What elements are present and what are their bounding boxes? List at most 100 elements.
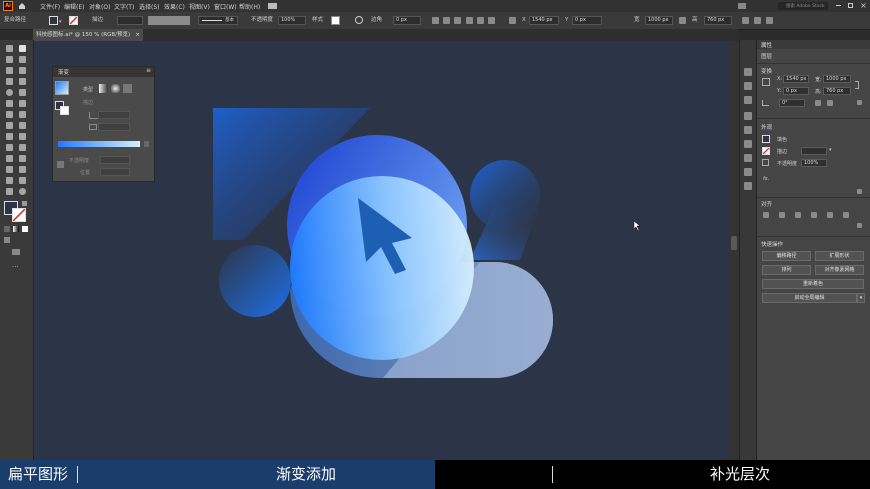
symbols-panel-icon[interactable]	[744, 182, 752, 190]
stroke-swatch[interactable]	[69, 16, 78, 25]
recolor-icon[interactable]	[355, 16, 363, 24]
reference-point-icon[interactable]	[762, 78, 770, 86]
props-fill-swatch[interactable]	[762, 135, 770, 143]
y-field[interactable]: 0 px	[572, 16, 602, 25]
gradient-slider[interactable]	[58, 141, 140, 147]
perspective-grid-icon[interactable]	[19, 133, 26, 140]
rotate-angle-field[interactable]: 0°	[779, 99, 805, 107]
corner-field[interactable]: 0 px	[393, 16, 421, 25]
props-align-hcenter-icon[interactable]	[779, 212, 785, 218]
scale-tool-icon[interactable]	[19, 111, 26, 118]
align-center-icon[interactable]	[443, 17, 450, 24]
gradient-mode-icon[interactable]	[13, 226, 19, 232]
fill-dropdown-icon[interactable]: ▾	[59, 19, 62, 25]
props-opacity-field[interactable]: 100%	[801, 159, 827, 167]
gradient-eyedropper-icon[interactable]	[57, 161, 64, 168]
recolor-button[interactable]: 重新着色	[762, 279, 864, 289]
symbol-sprayer-icon[interactable]	[6, 166, 13, 173]
panel-menu-icon[interactable]: ≡	[146, 67, 151, 74]
props-stroke-weight-field[interactable]	[801, 147, 827, 155]
color-mode-icon[interactable]	[4, 226, 10, 232]
global-edit-dropdown[interactable]: ▾	[857, 293, 865, 303]
eraser-icon[interactable]	[19, 100, 26, 107]
props-align-left-icon[interactable]	[763, 212, 769, 218]
opacity-field[interactable]: 100%	[278, 16, 306, 25]
none-mode-icon[interactable]	[22, 226, 28, 232]
workspace-switcher-icon[interactable]	[268, 3, 277, 9]
menu-window[interactable]: 窗口(W)	[214, 2, 237, 11]
gradient-preview-swatch[interactable]	[55, 81, 69, 95]
linear-gradient-icon[interactable]	[99, 84, 108, 93]
more-transform-icon[interactable]	[857, 100, 862, 105]
eyedropper-icon[interactable]	[6, 155, 13, 162]
blend-tool-icon[interactable]	[19, 155, 26, 162]
mesh-tool-icon[interactable]	[6, 144, 13, 151]
menu-select[interactable]: 选择(S)	[139, 2, 160, 11]
flip-horizontal-icon[interactable]	[815, 100, 821, 106]
gradient-tool-icon[interactable]	[19, 144, 26, 151]
maximize-icon[interactable]	[848, 3, 853, 8]
shaper-tool-icon[interactable]	[6, 100, 13, 107]
swatches-panel-icon[interactable]	[744, 154, 752, 162]
draw-mode-icon[interactable]	[4, 237, 10, 243]
document-tab[interactable]: 科技感图标.ai* @ 150 % (RGB/预览) ×	[33, 29, 143, 41]
menu-view[interactable]: 视图(V)	[189, 2, 210, 11]
gradient-panel-header[interactable]: 渐变 ≡	[53, 67, 154, 77]
delete-stop-icon[interactable]	[144, 141, 149, 147]
line-tool-icon[interactable]	[19, 78, 26, 85]
arrange-docs-icon[interactable]	[738, 3, 746, 9]
screen-mode-icon[interactable]	[12, 249, 20, 255]
align-left-icon[interactable]	[432, 17, 439, 24]
props-y-field[interactable]: 0 px	[783, 87, 809, 95]
layers-panel-icon[interactable]	[744, 82, 752, 90]
graphic-style-swatch[interactable]	[331, 16, 340, 25]
align-top-icon[interactable]	[466, 17, 473, 24]
stop-position-field[interactable]	[100, 168, 130, 176]
align-pixel-grid-button[interactable]: 对齐像素网格	[815, 265, 864, 275]
aspect-field[interactable]	[98, 123, 130, 131]
expand-shape-button[interactable]: 扩展形状	[815, 251, 864, 261]
align-middle-icon[interactable]	[477, 17, 484, 24]
props-x-field[interactable]: 1540 px	[783, 75, 809, 83]
free-transform-icon[interactable]	[19, 122, 26, 129]
menu-edit[interactable]: 编辑(E)	[64, 2, 84, 11]
props-align-top-icon[interactable]	[811, 212, 817, 218]
fx-label[interactable]: fx.	[763, 176, 769, 182]
pathfinder-panel-icon[interactable]	[744, 126, 752, 134]
props-stroke-swatch[interactable]	[762, 147, 770, 155]
slice-tool-icon[interactable]	[19, 177, 26, 184]
color-panel-icon[interactable]	[744, 140, 752, 148]
stroke-weight-field[interactable]	[117, 16, 143, 25]
artboard-tool-icon[interactable]	[6, 177, 13, 184]
vertical-scrollbar[interactable]	[729, 41, 739, 460]
variable-width-profile[interactable]	[148, 16, 190, 25]
x-field[interactable]: 1540 px	[529, 16, 559, 25]
properties-panel-icon[interactable]	[744, 68, 752, 76]
props-stroke-dropdown-icon[interactable]: ▾	[829, 147, 832, 153]
magic-wand-icon[interactable]	[6, 56, 13, 63]
align-panel-icon[interactable]	[744, 112, 752, 120]
angle-field[interactable]	[98, 111, 130, 119]
libraries-panel-icon[interactable]	[744, 96, 752, 104]
props-align-vcenter-icon[interactable]	[827, 212, 833, 218]
stroke-color-swatch[interactable]	[12, 208, 26, 222]
menu-help[interactable]: 帮助(H)	[239, 2, 260, 11]
props-align-right-icon[interactable]	[795, 212, 801, 218]
panel-menu-icon[interactable]	[766, 17, 773, 24]
brush-definition[interactable]: 基本	[198, 16, 238, 25]
paintbrush-icon[interactable]	[19, 89, 26, 96]
more-appearance-icon[interactable]	[857, 189, 862, 194]
global-edit-button[interactable]: 启动全局编辑	[762, 293, 857, 303]
direct-selection-tool-icon[interactable]	[19, 45, 26, 52]
flip-vertical-icon[interactable]	[827, 100, 833, 106]
fill-swatch[interactable]	[49, 16, 58, 25]
scrollbar-thumb[interactable]	[731, 236, 737, 250]
menu-object[interactable]: 对象(O)	[89, 2, 110, 11]
more-align-icon[interactable]	[857, 223, 862, 228]
height-field[interactable]: 760 px	[704, 16, 732, 25]
swap-colors-icon[interactable]	[22, 201, 27, 206]
shape-builder-tool-icon[interactable]	[6, 133, 13, 140]
ellipse-tool-icon[interactable]	[6, 89, 13, 96]
lasso-icon[interactable]	[19, 56, 26, 63]
menu-file[interactable]: 文件(F)	[40, 2, 60, 11]
